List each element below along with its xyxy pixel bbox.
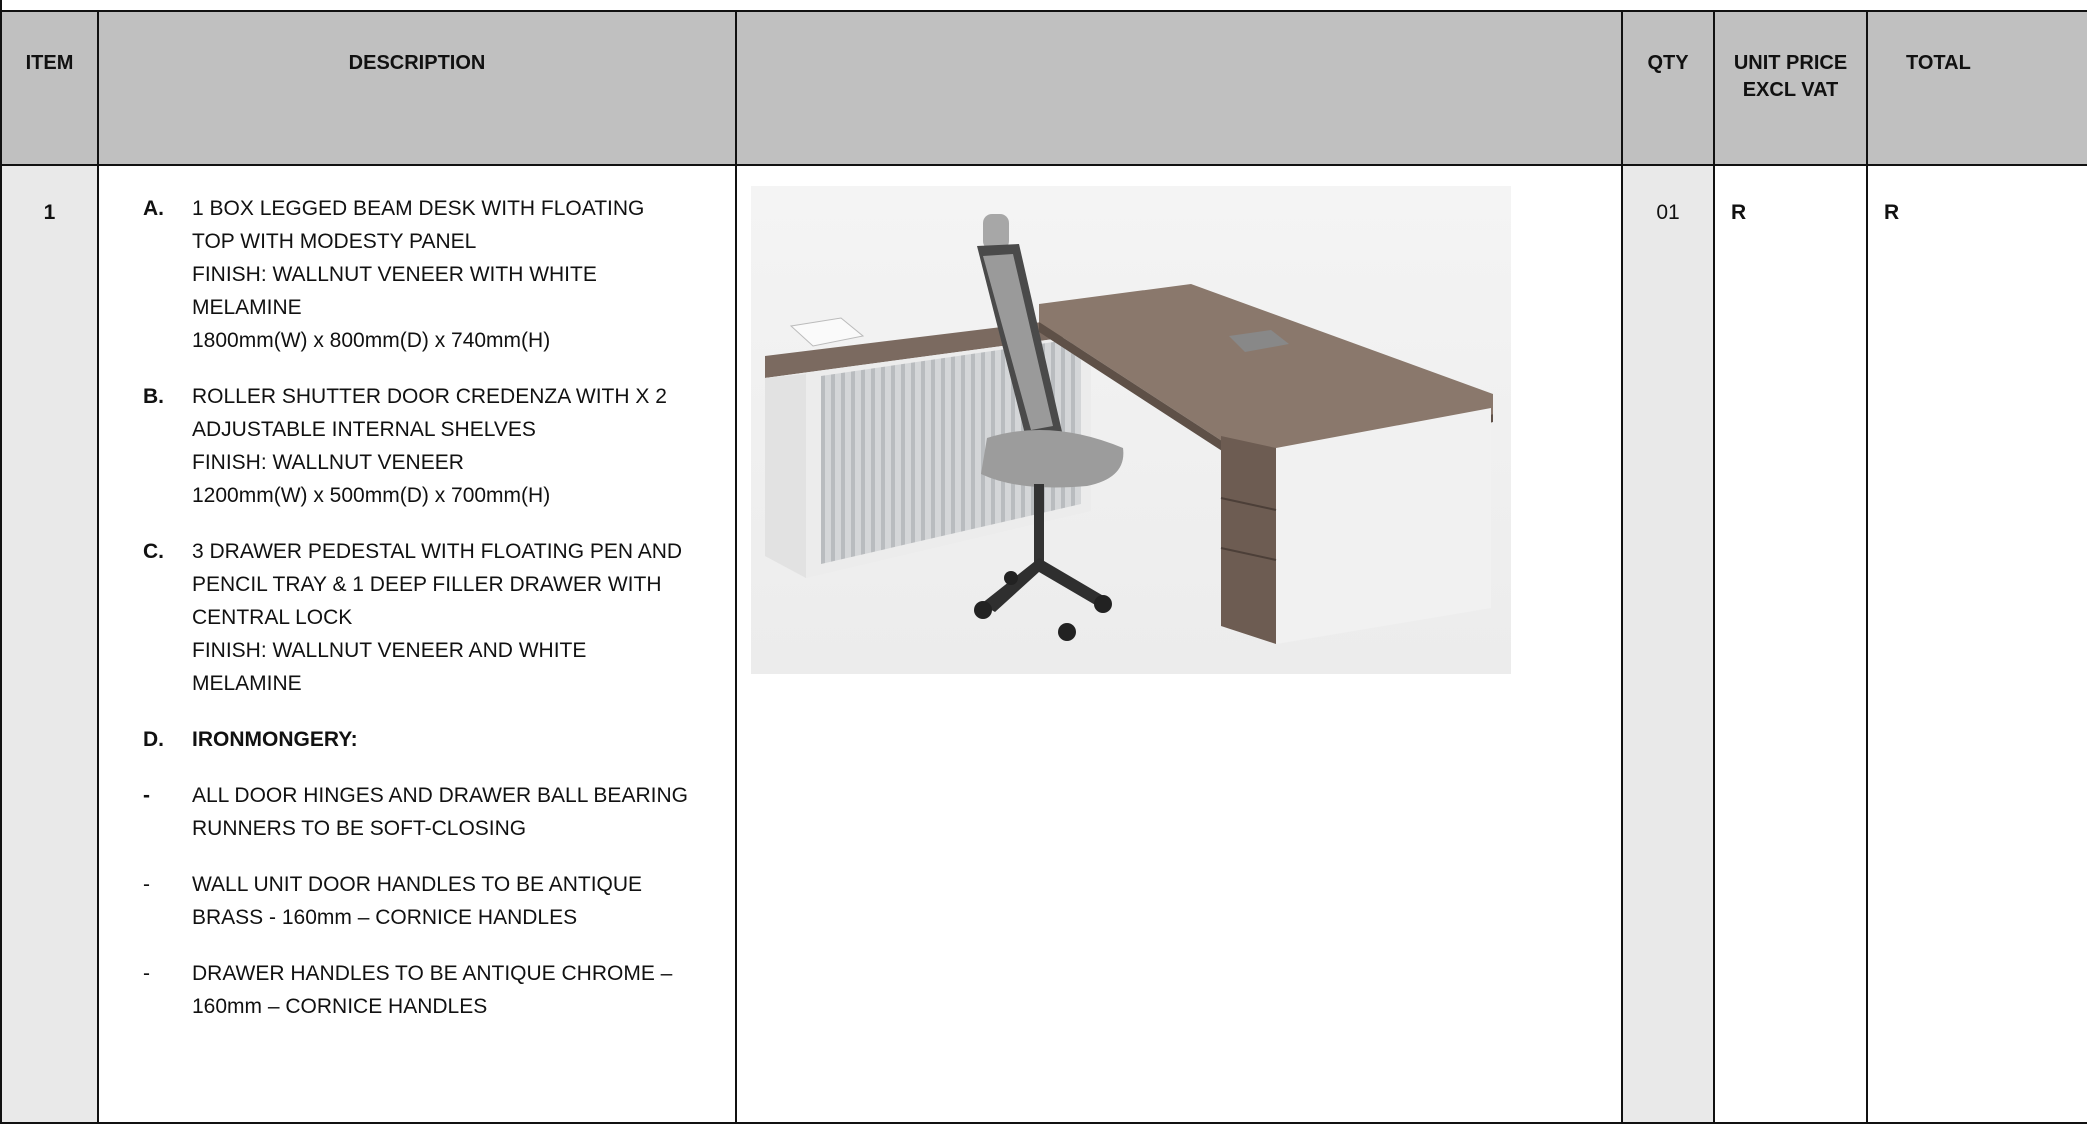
header-qty: QTY <box>1621 10 1715 166</box>
description-line: ALL DOOR HINGES AND DRAWER BALL BEARING <box>192 784 688 807</box>
office-desk-photo <box>751 186 1511 674</box>
header-description: DESCRIPTION <box>97 10 737 166</box>
description-line: BRASS - 160mm – CORNICE HANDLES <box>192 906 578 929</box>
description-item: - WALL UNIT DOOR HANDLES TO BE ANTIQUE BRA… <box>143 868 719 934</box>
header-unit-price-line1: UNIT PRICE <box>1733 52 1848 74</box>
description-line: FINISH: WALLNUT VENEER <box>192 451 464 474</box>
header-unit-price-line2: EXCL VAT <box>1742 79 1839 101</box>
description-line: CENTRAL LOCK <box>192 606 353 629</box>
description-line: FINISH: WALLNUT VENEER WITH WHITE <box>192 263 597 286</box>
qty-value: 01 <box>1621 164 1715 1124</box>
description-item: - ALL DOOR HINGES AND DRAWER BALL BEARING… <box>143 779 719 845</box>
header-unit-price: UNIT PRICE EXCL VAT <box>1713 10 1868 166</box>
header-item: ITEM <box>0 10 99 166</box>
description-text: DRAWER HANDLES TO BE ANTIQUE CHROME – 160… <box>192 957 719 1023</box>
description-text: 3 DRAWER PEDESTAL WITH FLOATING PEN AND P… <box>192 535 719 700</box>
description-marker: - <box>143 873 150 896</box>
description-line: DRAWER HANDLES TO BE ANTIQUE CHROME – <box>192 962 673 985</box>
description-text: 1 BOX LEGGED BEAM DESK WITH FLOATING TOP … <box>192 192 719 357</box>
description-text: WALL UNIT DOOR HANDLES TO BE ANTIQUE BRAS… <box>192 868 719 934</box>
header-image <box>735 10 1623 166</box>
description-item: - DRAWER HANDLES TO BE ANTIQUE CHROME – 16… <box>143 957 719 1023</box>
description-text: ALL DOOR HINGES AND DRAWER BALL BEARING R… <box>192 779 719 845</box>
header-total: TOTAL <box>1866 10 2087 166</box>
description-item: C. 3 DRAWER PEDESTAL WITH FLOATING PEN AN… <box>143 535 719 700</box>
description-marker: - <box>143 784 150 807</box>
description-marker: - <box>143 962 150 985</box>
total-value: R <box>1866 164 2087 1124</box>
description-line: 1 BOX LEGGED BEAM DESK WITH FLOATING <box>192 197 645 220</box>
description-line: RUNNERS TO BE SOFT-CLOSING <box>192 817 527 840</box>
description-text: IRONMONGERY: <box>192 723 719 756</box>
description-marker: A. <box>143 197 164 220</box>
description-item: A. 1 BOX LEGGED BEAM DESK WITH FLOATING TO… <box>143 192 719 357</box>
item-number: 1 <box>0 164 99 1124</box>
description-item: D. IRONMONGERY: <box>143 723 719 756</box>
description-line: MELAMINE <box>192 672 302 695</box>
description-marker: B. <box>143 385 164 408</box>
description-line: IRONMONGERY: <box>192 728 358 751</box>
description-line: TOP WITH MODESTY PANEL <box>192 230 477 253</box>
description-line: 1200mm(W) x 500mm(D) x 700mm(H) <box>192 484 551 507</box>
description-line: WALL UNIT DOOR HANDLES TO BE ANTIQUE <box>192 873 643 896</box>
table-row: 1 A. 1 BOX LEGGED BEAM DESK WITH FLOATING… <box>0 164 2087 1124</box>
image-cell <box>735 164 1623 1124</box>
bill-of-quantities-table: ITEM DESCRIPTION QTY UNIT PRICE EXCL VAT… <box>0 10 2087 1124</box>
description-marker: D. <box>143 728 164 751</box>
description-line: MELAMINE <box>192 296 302 319</box>
description-line: FINISH: WALLNUT VENEER AND WHITE <box>192 639 587 662</box>
description-list: A. 1 BOX LEGGED BEAM DESK WITH FLOATING TO… <box>143 192 719 1023</box>
description-cell: A. 1 BOX LEGGED BEAM DESK WITH FLOATING TO… <box>97 164 737 1124</box>
description-line: 3 DRAWER PEDESTAL WITH FLOATING PEN AND <box>192 540 683 563</box>
description-item: B. ROLLER SHUTTER DOOR CREDENZA WITH X 2 A… <box>143 380 719 512</box>
description-line: 1800mm(W) x 800mm(D) x 740mm(H) <box>192 329 551 352</box>
description-text: ROLLER SHUTTER DOOR CREDENZA WITH X 2 ADJ… <box>192 380 719 512</box>
unit-price-value: R <box>1713 164 1868 1124</box>
description-line: ADJUSTABLE INTERNAL SHELVES <box>192 418 536 441</box>
description-marker: C. <box>143 540 164 563</box>
description-line: ROLLER SHUTTER DOOR CREDENZA WITH X 2 <box>192 385 667 408</box>
description-line: PENCIL TRAY & 1 DEEP FILLER DRAWER WITH <box>192 573 662 596</box>
description-line: 160mm – CORNICE HANDLES <box>192 995 488 1018</box>
header-row: ITEM DESCRIPTION QTY UNIT PRICE EXCL VAT… <box>0 10 2087 166</box>
